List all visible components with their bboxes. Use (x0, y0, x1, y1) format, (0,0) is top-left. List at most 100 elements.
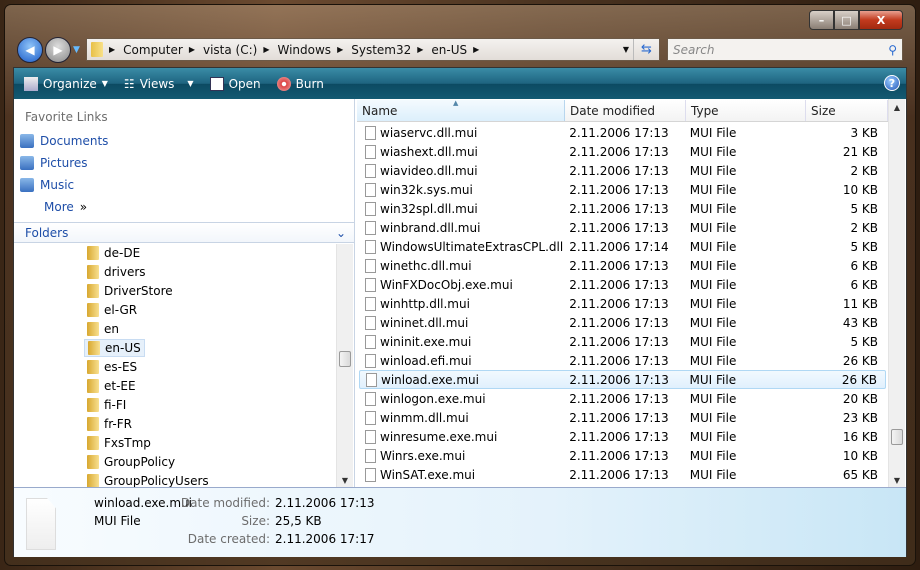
folder-tree-item[interactable]: en (84, 320, 122, 338)
folder-tree-item[interactable]: DriverStore (84, 282, 176, 300)
documents-icon (20, 134, 34, 148)
tree-scrollbar[interactable]: ▼ (336, 244, 353, 487)
column-size[interactable]: Size (806, 100, 888, 121)
file-type: MUI File (689, 201, 737, 216)
breadcrumb-arrow-icon[interactable]: ▶ (417, 45, 423, 54)
favorite-music[interactable]: Music (20, 178, 74, 192)
views-button[interactable]: ☷ Views ▼ (124, 77, 194, 91)
file-icon (365, 296, 376, 311)
minimize-button[interactable]: – (809, 10, 834, 30)
breadcrumb-item[interactable]: vista (C:) (203, 43, 257, 57)
folder-tree-item[interactable]: GroupPolicyUsers (84, 472, 212, 487)
folder-icon (87, 474, 99, 487)
scroll-down-icon[interactable]: ▼ (889, 476, 905, 485)
refresh-button[interactable]: ⇆ (633, 39, 659, 60)
recent-pages-dropdown[interactable]: ▼ (73, 45, 80, 55)
file-date: 2.11.2006 17:13 (569, 372, 669, 387)
file-row[interactable]: win32k.sys.mui 2.11.2006 17:13 MUI File 10 … (359, 180, 886, 199)
breadcrumb-arrow-icon[interactable]: ▶ (189, 45, 195, 54)
file-row[interactable]: WinFXDocObj.exe.mui 2.11.2006 17:13 MUI Fi… (359, 275, 886, 294)
file-date: 2.11.2006 17:13 (569, 296, 669, 311)
file-row[interactable]: winload.efi.mui 2.11.2006 17:13 MUI File 26… (359, 351, 886, 370)
file-row[interactable]: Winrs.exe.mui 2.11.2006 17:13 MUI File 10 K… (359, 446, 886, 465)
breadcrumb-item[interactable]: Windows (277, 43, 331, 57)
column-date-modified[interactable]: Date modified (565, 100, 686, 121)
file-row[interactable]: win32spl.dll.mui 2.11.2006 17:13 MUI File 5… (359, 199, 886, 218)
breadcrumb-item[interactable]: System32 (351, 43, 411, 57)
file-row[interactable]: wiaservc.dll.mui 2.11.2006 17:13 MUI File 3… (359, 123, 886, 142)
organize-button[interactable]: Organize ▼ (24, 76, 108, 91)
folder-tree-item[interactable]: de-DE (84, 244, 143, 262)
file-row[interactable]: WinSAT.exe.mui 2.11.2006 17:13 MUI File 65 … (359, 465, 886, 484)
list-scrollbar[interactable]: ▲ ▼ (888, 99, 905, 487)
close-button[interactable]: X (859, 10, 903, 30)
file-row[interactable]: wiavideo.dll.mui 2.11.2006 17:13 MUI File 2… (359, 161, 886, 180)
favorite-more[interactable]: More » (44, 200, 87, 214)
folder-tree-item[interactable]: et-EE (84, 377, 139, 395)
file-row[interactable]: wiashext.dll.mui 2.11.2006 17:13 MUI File 2… (359, 142, 886, 161)
breadcrumb-item[interactable]: en-US (431, 43, 467, 57)
burn-button[interactable]: Burn (276, 76, 324, 91)
column-name[interactable]: ▲ Name (357, 99, 565, 121)
file-row[interactable]: winload.exe.mui 2.11.2006 17:13 MUI File 26… (359, 370, 886, 389)
back-button[interactable]: ◀ (17, 37, 43, 63)
file-row[interactable]: winlogon.exe.mui 2.11.2006 17:13 MUI File 2… (359, 389, 886, 408)
help-button[interactable]: ? (884, 75, 900, 91)
breadcrumb-arrow-icon[interactable]: ▶ (263, 45, 269, 54)
file-icon (365, 163, 376, 178)
folder-tree-item[interactable]: drivers (84, 263, 149, 281)
file-name: win32spl.dll.mui (380, 201, 478, 216)
organize-icon (24, 76, 38, 91)
file-size: 26 KB (841, 372, 877, 387)
favorite-documents[interactable]: Documents (20, 134, 108, 148)
search-icon[interactable]: ⚲ (888, 43, 897, 57)
folder-tree-item[interactable]: el-GR (84, 301, 140, 319)
open-button[interactable]: Open (209, 76, 261, 91)
file-row[interactable]: WindowsUltimateExtrasCPL.dll.... 2.11.200… (359, 237, 886, 256)
folder-tree-item[interactable]: en-US (84, 339, 145, 357)
folders-header[interactable]: Folders ⌄ (14, 222, 354, 243)
scrollbar-thumb[interactable] (339, 351, 351, 367)
folder-tree-item[interactable]: FxsTmp (84, 434, 154, 452)
scroll-up-icon[interactable]: ▲ (889, 103, 905, 112)
maximize-button[interactable]: □ (834, 10, 859, 30)
file-list: ▲ Name Date modified Type Size wiaservc.d… (357, 99, 907, 487)
breadcrumb-item[interactable]: Computer (123, 43, 183, 57)
file-name: wiashext.dll.mui (380, 144, 478, 159)
breadcrumb-arrow-icon[interactable]: ▶ (109, 45, 115, 54)
file-row[interactable]: winmm.dll.mui 2.11.2006 17:13 MUI File 23 K… (359, 408, 886, 427)
folder-tree-item[interactable]: es-ES (84, 358, 140, 376)
search-input[interactable]: Search ⚲ (667, 38, 903, 61)
folder-tree-item[interactable]: fr-FR (84, 415, 135, 433)
file-row[interactable]: winhttp.dll.mui 2.11.2006 17:13 MUI File 11… (359, 294, 886, 313)
scrollbar-thumb[interactable] (891, 429, 903, 445)
breadcrumb-arrow-icon[interactable]: ▶ (337, 45, 343, 54)
organize-label: Organize (43, 76, 97, 91)
file-row[interactable]: winresume.exe.mui 2.11.2006 17:13 MUI File… (359, 427, 886, 446)
burn-disc-icon (276, 76, 291, 91)
folder-icon (87, 322, 99, 336)
file-row[interactable]: winethc.dll.mui 2.11.2006 17:13 MUI File 6 … (359, 256, 886, 275)
file-type: MUI File (689, 391, 737, 406)
file-large-icon (26, 498, 56, 550)
file-name: winbrand.dll.mui (380, 220, 481, 235)
scroll-down-icon[interactable]: ▼ (337, 476, 353, 485)
favorite-pictures[interactable]: Pictures (20, 156, 88, 170)
views-label: Views (139, 76, 175, 91)
folder-tree-item[interactable]: fi-FI (84, 396, 129, 414)
column-type[interactable]: Type (686, 100, 806, 121)
file-row[interactable]: wininit.exe.mui 2.11.2006 17:13 MUI File 5 … (359, 332, 886, 351)
address-bar[interactable]: ▶ Computer ▶ vista (C:) ▶ Windows ▶ System32 ▶ e… (86, 38, 660, 61)
favorite-links-title: Favorite Links (25, 110, 108, 124)
breadcrumb-arrow-icon[interactable]: ▶ (473, 45, 479, 54)
file-type: MUI File (689, 220, 737, 235)
address-dropdown-icon[interactable]: ▼ (623, 45, 629, 54)
file-row[interactable]: winbrand.dll.mui 2.11.2006 17:13 MUI File 2… (359, 218, 886, 237)
file-type: MUI File (689, 182, 737, 197)
forward-button[interactable]: ▶ (45, 37, 71, 63)
file-row[interactable]: wininet.dll.mui 2.11.2006 17:13 MUI File 43… (359, 313, 886, 332)
details-pane: winload.exe.mui MUI File Date modified: … (14, 487, 906, 557)
folder-icon (87, 360, 99, 374)
folder-label: GroupPolicy (104, 455, 176, 469)
folder-tree-item[interactable]: GroupPolicy (84, 453, 178, 471)
